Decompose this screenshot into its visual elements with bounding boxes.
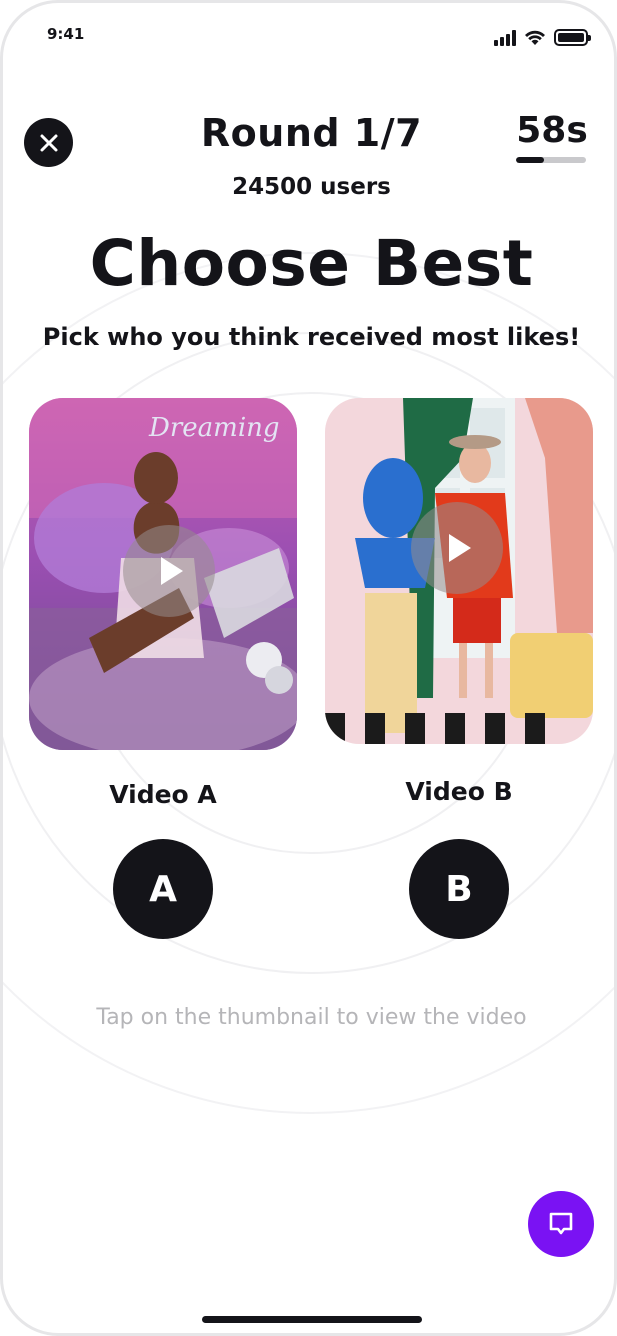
video-a-label: Video A <box>109 780 217 809</box>
choose-b-button[interactable]: B <box>409 839 509 939</box>
countdown-timer: 58s <box>516 111 588 163</box>
home-indicator <box>202 1316 422 1323</box>
play-button-a[interactable] <box>123 525 215 617</box>
play-icon <box>161 557 183 585</box>
video-b-thumbnail[interactable] <box>325 398 593 744</box>
svg-text:Dreaming: Dreaming <box>148 413 280 443</box>
phone-screen: 9:41 Round 1/7 24500 users 58s Choose Be… <box>0 0 617 1336</box>
page-subtitle: Pick who you think received most likes! <box>42 323 581 351</box>
status-icons <box>494 29 591 46</box>
status-time: 9:41 <box>47 25 85 43</box>
video-a-thumbnail[interactable]: Dreaming <box>29 398 297 750</box>
chat-button[interactable] <box>528 1191 594 1257</box>
choose-a-button[interactable]: A <box>113 839 213 939</box>
play-button-b[interactable] <box>411 502 503 594</box>
signal-icon <box>494 29 516 46</box>
play-icon <box>449 534 471 562</box>
users-count: 24500 users <box>232 174 391 200</box>
hint-text: Tap on the thumbnail to view the video <box>96 1005 527 1030</box>
chat-icon <box>549 1212 573 1235</box>
battery-icon <box>554 29 591 46</box>
timer-progress-bar <box>516 156 586 163</box>
page-title: Choose Best <box>89 227 534 300</box>
wifi-icon <box>525 30 545 45</box>
video-b-label: Video B <box>405 777 513 806</box>
timer-value: 58s <box>516 110 588 151</box>
timer-progress-fill <box>516 156 544 163</box>
